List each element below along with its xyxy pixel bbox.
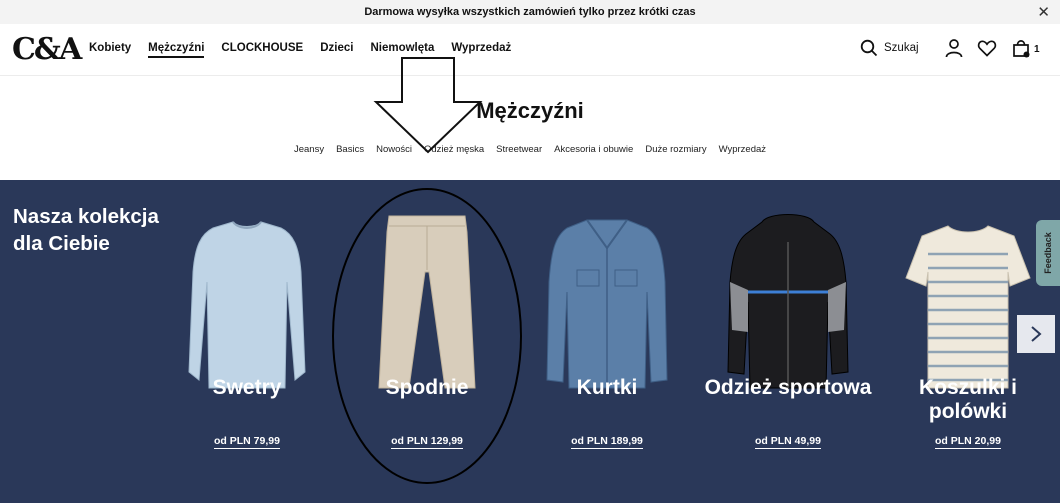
card-price: od PLN 79,99 [161, 435, 333, 449]
price-link[interactable]: od PLN 189,99 [571, 435, 643, 449]
heart-icon[interactable] [977, 38, 997, 58]
collection-card-odziez-sportowa[interactable]: Odzież sportowa od PLN 49,99 [702, 180, 874, 503]
collection-card-spodnie[interactable]: Spodnie od PLN 129,99 [341, 180, 513, 503]
trousers-image [378, 215, 476, 389]
price-link[interactable]: od PLN 79,99 [214, 435, 280, 449]
arrow-annotation [373, 57, 483, 154]
subnav-item-basics[interactable]: Basics [336, 144, 364, 155]
nav-item-kobiety[interactable]: Kobiety [89, 42, 131, 58]
close-icon[interactable]: ✕ [1037, 3, 1050, 21]
collection-card-swetry[interactable]: Swetry od PLN 79,99 [161, 180, 333, 503]
card-price: od PLN 20,99 [882, 435, 1054, 449]
collection-title: Nasza kolekcja dla Ciebie [13, 205, 159, 255]
sweater-image [188, 221, 306, 389]
logo[interactable]: C&A [12, 32, 82, 67]
search-label: Szukaj [884, 42, 919, 54]
subnav-item-akcesoria[interactable]: Akcesoria i obuwie [554, 144, 633, 155]
collection-section: Nasza kolekcja dla Ciebie Swetry od PLN … [0, 180, 1060, 503]
chevron-right-icon [1031, 326, 1042, 342]
feedback-tab[interactable]: Feedback [1036, 220, 1060, 286]
site-header: C&A Kobiety Mężczyźni CLOCKHOUSE Dzieci … [0, 24, 1060, 76]
price-link[interactable]: od PLN 20,99 [935, 435, 1001, 449]
promo-bar: Darmowa wysyłka wszystkich zamówień tylk… [0, 0, 1060, 24]
subnav-item-streetwear[interactable]: Streetwear [496, 144, 542, 155]
card-name: Spodnie [385, 376, 469, 399]
tshirt-image [905, 225, 1031, 389]
account-icon[interactable] [944, 38, 964, 58]
search-icon [860, 39, 878, 57]
card-price: od PLN 49,99 [702, 435, 874, 449]
category-subnav: Jeansy Basics Nowości Odzież męska Stree… [0, 144, 1060, 155]
page: Darmowa wysyłka wszystkich zamówień tylk… [0, 0, 1060, 503]
subnav-item-wyprzedaz[interactable]: Wyprzedaż [719, 144, 766, 155]
nav-item-dzieci[interactable]: Dzieci [320, 42, 353, 58]
subnav-item-jeansy[interactable]: Jeansy [294, 144, 324, 155]
price-link[interactable]: od PLN 49,99 [755, 435, 821, 449]
card-name: Koszulki i polówki [918, 376, 1018, 424]
carousel-next-button[interactable] [1017, 315, 1055, 353]
card-price: od PLN 129,99 [341, 435, 513, 449]
card-name: Swetry [212, 376, 282, 399]
price-link[interactable]: od PLN 129,99 [391, 435, 463, 449]
page-title: Mężczyźni [476, 98, 584, 123]
search-button[interactable]: Szukaj [860, 39, 919, 57]
promo-text: Darmowa wysyłka wszystkich zamówień tylk… [364, 6, 696, 18]
jacket-image [546, 219, 668, 389]
hoodie-image [727, 214, 849, 389]
subnav-item-duze-rozmiary[interactable]: Duże rozmiary [645, 144, 706, 155]
cart-count: 1 [1034, 44, 1040, 55]
collection-card-kurtki[interactable]: Kurtki od PLN 189,99 [521, 180, 693, 503]
card-name: Kurtki [576, 376, 638, 399]
nav-item-clockhouse[interactable]: CLOCKHOUSE [221, 42, 303, 58]
bag-icon[interactable] [1011, 38, 1031, 58]
feedback-label: Feedback [1043, 232, 1053, 274]
card-name: Odzież sportowa [704, 376, 872, 399]
nav-item-mezczyzni[interactable]: Mężczyźni [148, 42, 205, 58]
card-price: od PLN 189,99 [521, 435, 693, 449]
